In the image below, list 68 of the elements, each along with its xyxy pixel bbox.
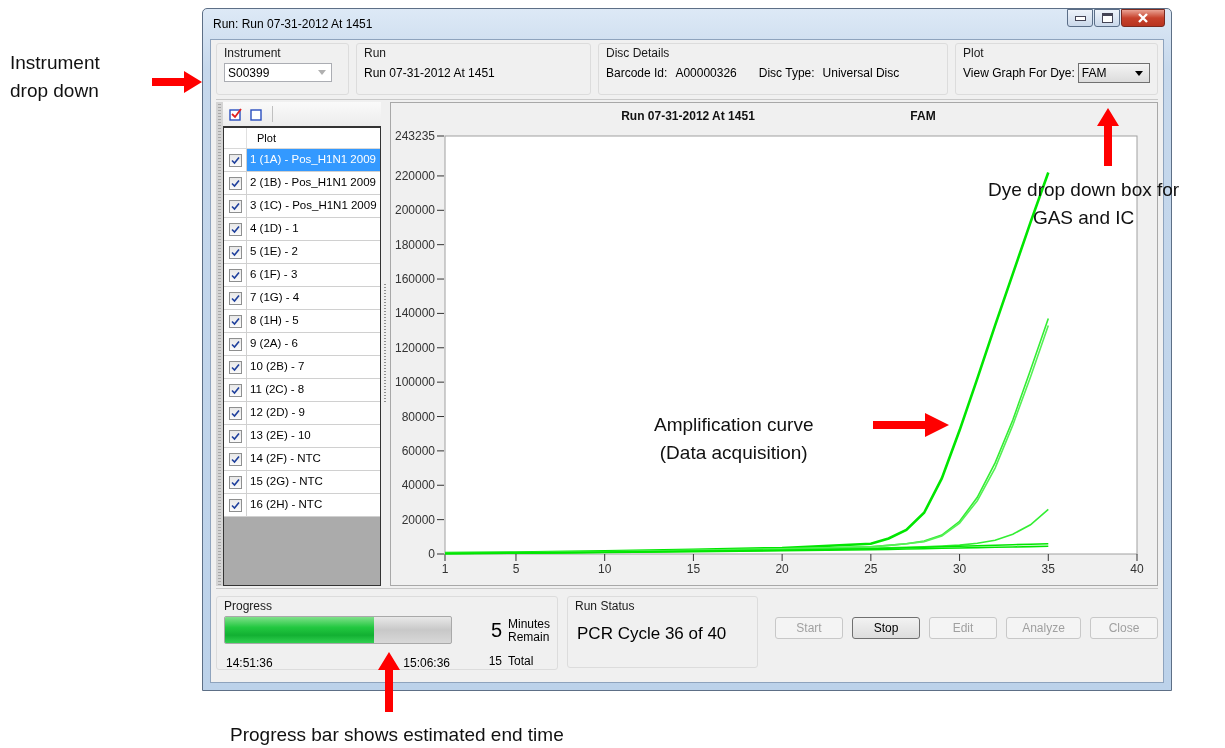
annotation-text: Progress bar shows estimated end time <box>230 723 564 747</box>
x-tick-label: 5 <box>512 562 520 576</box>
x-tick-label: 15 <box>686 562 701 576</box>
field-label: Barcode Id: <box>606 66 668 80</box>
y-tick: 220000 <box>394 168 445 183</box>
y-tick: 140000 <box>394 306 445 321</box>
group-label: Progress <box>224 599 273 613</box>
y-tick-label: 100000 <box>394 375 436 390</box>
end-time: 15:06:36 <box>403 656 450 670</box>
y-tick-label: 140000 <box>394 306 436 321</box>
y-tick: 60000 <box>401 443 445 458</box>
window-title: Run: Run 07-31-2012 At 1451 <box>213 17 373 31</box>
y-tick-label: 120000 <box>394 340 436 355</box>
group-label: Run Status <box>575 599 635 613</box>
y-tick-label: 80000 <box>401 409 436 424</box>
start-time: 14:51:36 <box>226 656 273 670</box>
y-tick-label: 200000 <box>394 203 436 218</box>
run-status-text: PCR Cycle 36 of 40 <box>576 624 728 644</box>
chart-title: Run 07-31-2012 At 1451 <box>621 109 755 123</box>
group-label: Instrument <box>224 46 281 60</box>
x-tick-label: 20 <box>775 562 790 576</box>
y-tick: 243235 <box>394 129 445 143</box>
remain-label: Minutes Remain <box>508 618 551 644</box>
dye-label: FAM <box>910 109 936 123</box>
x-tick-label: 25 <box>864 562 878 576</box>
y-tick-label: 40000 <box>401 478 436 493</box>
y-tick-label: 0 <box>428 547 436 561</box>
y-tick-label: 243235 <box>394 129 436 143</box>
x-tick-label: 35 <box>1041 562 1056 576</box>
total-label: Total <box>508 653 535 668</box>
x-tick-label: 1 <box>441 562 449 576</box>
annotation-text: Amplification curve (Data acquisition) <box>654 413 814 465</box>
y-tick: 100000 <box>394 375 445 390</box>
y-tick: 20000 <box>401 512 445 527</box>
y-tick: 40000 <box>401 478 445 493</box>
x-tick: 35 <box>1041 553 1055 576</box>
total-minutes: 15 <box>487 653 502 668</box>
x-tick: 20 <box>775 553 789 576</box>
field-value: Universal Disc <box>822 66 900 80</box>
y-tick-label: 60000 <box>401 443 436 458</box>
x-tick: 15 <box>686 553 701 576</box>
y-tick-label: 220000 <box>394 168 436 183</box>
group-label: Plot <box>963 46 984 60</box>
group-label: Run <box>364 46 386 60</box>
x-tick-label: 30 <box>952 562 967 576</box>
x-tick: 5 <box>512 553 520 576</box>
y-tick-label: 180000 <box>394 237 436 252</box>
x-tick: 25 <box>864 553 878 576</box>
column-header: Plot <box>256 131 276 146</box>
y-tick: 180000 <box>394 237 445 252</box>
annotation-text: Instrument drop down <box>10 51 100 103</box>
x-tick: 40 <box>1130 553 1144 576</box>
x-tick-label: 40 <box>1130 562 1144 576</box>
field-label: Disc Type: <box>758 66 815 80</box>
minutes-remaining: 5 <box>489 619 502 643</box>
run-name: Run 07-31-2012 At 1451 <box>364 66 496 80</box>
y-tick-label: 160000 <box>394 272 436 287</box>
y-tick-label: 20000 <box>401 512 436 527</box>
y-tick: 200000 <box>394 203 445 218</box>
x-tick-label: 10 <box>598 562 612 576</box>
x-tick: 10 <box>598 553 612 576</box>
field-label: View Graph For Dye: <box>963 66 1075 80</box>
field-value: A00000326 <box>675 66 737 80</box>
y-tick: 160000 <box>394 272 445 287</box>
x-tick: 30 <box>952 553 967 576</box>
y-tick: 80000 <box>401 409 445 424</box>
group-label: Disc Details <box>606 46 670 60</box>
y-tick: 120000 <box>394 340 445 355</box>
